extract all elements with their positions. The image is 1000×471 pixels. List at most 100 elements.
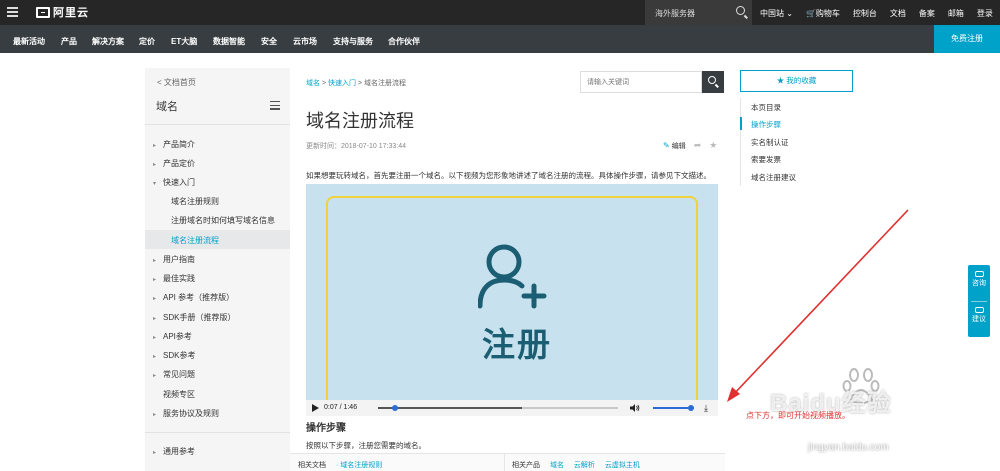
chat-icon (974, 271, 984, 277)
doc-search-input[interactable] (581, 72, 701, 92)
suggest-button[interactable]: 建议 (968, 307, 990, 324)
sidebar-subitem-fill-info[interactable]: 注册域名时如何填写域名信息 (171, 215, 275, 226)
video-player[interactable]: 注册 (306, 184, 718, 400)
search-icon[interactable] (736, 6, 745, 15)
sidebar-item-general-reference[interactable]: ▸ 通用参考 (153, 446, 195, 457)
nav-item-pricing[interactable]: 定价 (139, 36, 155, 47)
breadcrumb: 域名 > 快速入门 > 域名注册流程 (306, 78, 406, 88)
sidebar-item-product-intro[interactable]: ▸ 产品简介 (153, 139, 195, 150)
main-nav: 最新活动 产品 解决方案 定价 ET大脑 数据智能 安全 云市场 支持与服务 合… (0, 25, 1000, 53)
docs-link[interactable]: 文档 (890, 8, 906, 19)
related-product-link[interactable]: 云解析 (574, 462, 595, 469)
nav-item-support[interactable]: 支持与服务 (333, 36, 373, 47)
nav-item-partners[interactable]: 合作伙伴 (388, 36, 420, 47)
hamburger-icon[interactable] (270, 101, 280, 112)
sidebar-item-sdk-recommended[interactable]: ▸ SDK手册（推荐版） (153, 312, 235, 323)
sidebar-subitem-rules[interactable]: 域名注册规则 (171, 196, 219, 207)
divider (145, 432, 290, 433)
sidebar-item-pricing[interactable]: ▸ 产品定价 (153, 158, 195, 169)
sidebar-item-label: 通用参考 (163, 447, 195, 456)
mail-link[interactable]: 邮箱 (948, 8, 964, 19)
related-product-link[interactable]: 域名 (550, 462, 564, 469)
toc-item-suggestions[interactable]: 域名注册建议 (751, 172, 796, 183)
nav-item-marketplace[interactable]: 云市场 (293, 36, 317, 47)
sidebar-item-api-recommended[interactable]: ▸ API 参考（推荐版） (153, 292, 234, 303)
sidebar-item-agreements[interactable]: ▸ 服务协议及规则 (153, 408, 219, 419)
console-link[interactable]: 控制台 (853, 8, 877, 19)
volume-handle[interactable] (688, 405, 694, 411)
share-icon[interactable]: ➦ (694, 140, 702, 151)
sidebar-item-user-guide[interactable]: ▸ 用户指南 (153, 254, 195, 265)
breadcrumb-separator: > (320, 80, 328, 87)
toc-item-invoice[interactable]: 索要发票 (751, 154, 781, 165)
sidebar-title: 域名 (156, 101, 178, 113)
baidu-watermark-url: jingyan.baidu.com (808, 442, 889, 453)
sidebar-item-faq[interactable]: ▸ 常见问题 (153, 369, 195, 380)
related-doc-link-label: 域名注册规则 (340, 462, 383, 469)
toc-item-steps[interactable]: 操作步骤 (751, 119, 781, 130)
sidebar-item-label: 产品定价 (163, 159, 195, 168)
caret-right-icon: ▸ (153, 373, 157, 379)
suggest-label: 建议 (972, 316, 986, 323)
login-link[interactable]: 登录 (977, 8, 993, 19)
consult-button[interactable]: 咨询 (968, 271, 990, 288)
caret-right-icon: ▸ (153, 354, 157, 360)
sidebar-item-api-reference[interactable]: ▸ API参考 (153, 331, 192, 342)
video-time: 0:07 / 1:46 (324, 404, 358, 411)
nav-item-products[interactable]: 产品 (61, 36, 77, 47)
related-product-link[interactable]: 云虚拟主机 (605, 462, 640, 469)
free-register-button[interactable]: 免费注册 (934, 25, 1000, 53)
top-search-input[interactable]: 海外服务器 (645, 0, 752, 25)
logo-text: 阿里云 (53, 7, 89, 19)
article-actions: ✎ 编辑 ➦ ★ (663, 140, 717, 151)
progress-bar[interactable] (378, 407, 618, 409)
doc-search-button[interactable] (702, 71, 724, 93)
volume-icon[interactable] (630, 404, 640, 412)
top-search-placeholder: 海外服务器 (655, 9, 695, 18)
icp-link[interactable]: 备案 (919, 8, 935, 19)
doc-search-box (580, 71, 702, 93)
caret-right-icon: ▸ (153, 143, 157, 149)
aliyun-logo[interactable]: 阿里云 (36, 5, 89, 19)
region-selector[interactable]: 中国站 ⌄ (760, 8, 793, 19)
download-icon[interactable]: ⤓ (704, 403, 708, 414)
intro-paragraph: 如果想要玩转域名，首先要注册一个域名。以下视频为您形象地讲述了域名注册的流程。具… (306, 171, 711, 180)
doc-sidebar: < 文档首页 域名 ▸ 产品简介 ▸ 产品定价 ▾ 快速入门 域名注册规则 注册域名时… (145, 68, 290, 471)
related-bar: 相关文档 · 域名注册规则 相关产品 域名 云解析 云虚拟主机 (290, 453, 725, 471)
sidebar-item-quick-start[interactable]: ▾ 快速入门 (153, 177, 195, 188)
nav-item-data-intelligence[interactable]: 数据智能 (213, 36, 245, 47)
doc-home-link[interactable]: < 文档首页 (157, 77, 196, 88)
sidebar-item-label: 服务协议及规则 (163, 409, 219, 418)
my-favorites-button[interactable]: ★ 我的收藏 (740, 70, 853, 92)
star-icon[interactable]: ★ (709, 140, 717, 151)
play-icon[interactable] (312, 404, 319, 412)
related-doc-link[interactable]: · 域名注册规则 (336, 462, 382, 469)
section-paragraph: 按照以下步骤，注册您需要的域名。 (306, 441, 426, 450)
breadcrumb-domain[interactable]: 域名 (306, 80, 320, 87)
menu-icon[interactable] (7, 7, 18, 17)
toc-item-realname[interactable]: 实名制认证 (751, 137, 789, 148)
cart-icon: 🛒 (805, 9, 816, 18)
nav-item-solutions[interactable]: 解决方案 (92, 36, 124, 47)
sidebar-item-label: SDK参考 (163, 351, 196, 360)
volume-slider[interactable] (653, 407, 691, 409)
cart-link[interactable]: 🛒购物车 (806, 8, 840, 19)
edit-icon[interactable]: ✎ (663, 141, 670, 150)
cart-label: 购物车 (815, 9, 840, 18)
sidebar-item-label: 最佳实践 (163, 274, 195, 283)
breadcrumb-quick-start[interactable]: 快速入门 (328, 80, 356, 87)
nav-item-et-brain[interactable]: ET大脑 (171, 36, 197, 47)
nav-item-promotions[interactable]: 最新活动 (13, 36, 45, 47)
caret-right-icon: ▸ (153, 412, 157, 418)
progress-handle[interactable] (391, 405, 398, 411)
sidebar-item-best-practice[interactable]: ▸ 最佳实践 (153, 273, 195, 284)
sidebar-item-sdk-reference[interactable]: ▸ SDK参考 (153, 350, 195, 361)
nav-item-security[interactable]: 安全 (261, 36, 277, 47)
sidebar-subitem-register-flow[interactable]: 域名注册流程 (171, 235, 219, 246)
add-user-icon (478, 244, 547, 309)
edit-link[interactable]: 编辑 (672, 141, 686, 151)
floating-help-panel: 咨询 建议 (968, 265, 990, 337)
buffered-bar (378, 407, 522, 409)
page-title: 域名注册流程 (306, 111, 414, 131)
sidebar-item-videos[interactable]: 视频专区 (153, 389, 195, 400)
